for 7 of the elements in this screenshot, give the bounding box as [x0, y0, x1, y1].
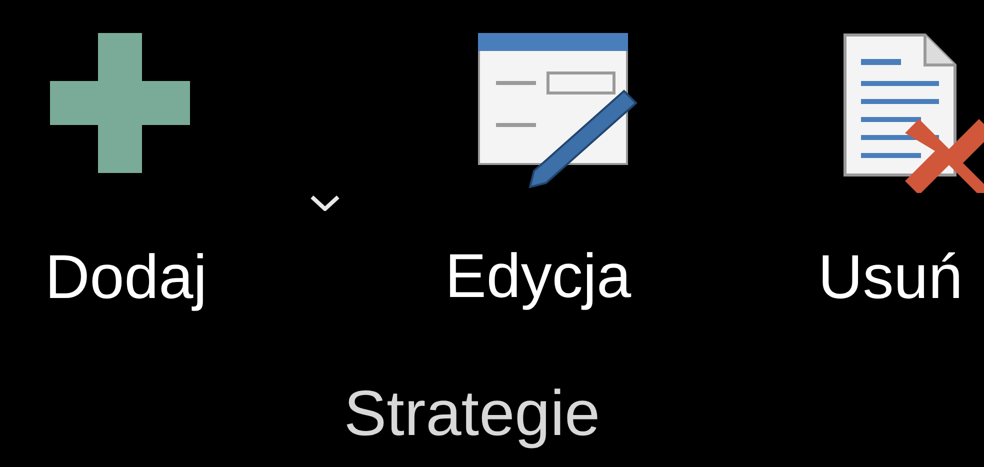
delete-document-icon — [843, 33, 984, 193]
ribbon-button[interactable]: Edycja — [445, 33, 645, 314]
ribbon-button[interactable]: Dodaj — [45, 33, 223, 316]
plus-icon — [50, 33, 190, 173]
edit-form-icon — [478, 33, 638, 188]
ribbon-button[interactable]: Usuń — [818, 33, 984, 316]
chevron-down-icon — [310, 195, 340, 211]
